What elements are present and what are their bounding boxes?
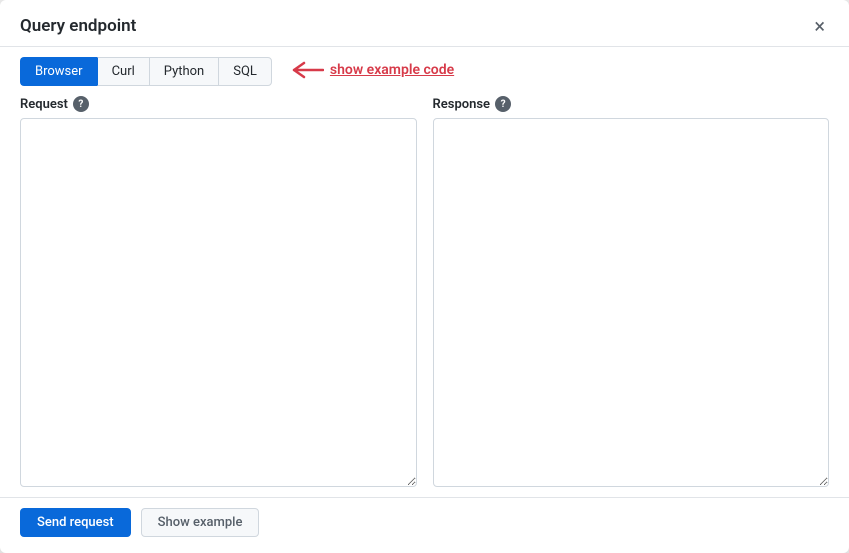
show-example-code-link[interactable]: show example code [330, 62, 454, 78]
tab-sql[interactable]: SQL [218, 57, 272, 86]
left-arrow-icon [286, 59, 324, 81]
panels-row: Request ? Response ? [0, 86, 849, 497]
response-panel: Response ? [433, 96, 830, 487]
request-panel-label: Request ? [20, 96, 417, 112]
request-textarea[interactable] [20, 118, 417, 487]
modal-title: Query endpoint [20, 16, 136, 36]
query-endpoint-modal: Query endpoint × Browser Curl Python SQL [0, 0, 849, 553]
modal-header: Query endpoint × [0, 0, 849, 47]
request-panel: Request ? [20, 96, 417, 487]
response-help-icon[interactable]: ? [495, 96, 511, 112]
response-panel-label: Response ? [433, 96, 830, 112]
close-button[interactable]: × [810, 16, 829, 36]
send-request-button[interactable]: Send request [20, 508, 131, 537]
tabs-row: Browser Curl Python SQL show example cod… [0, 47, 849, 86]
response-textarea[interactable] [433, 118, 830, 487]
request-help-icon[interactable]: ? [73, 96, 89, 112]
tab-python[interactable]: Python [149, 57, 218, 86]
modal-footer: Send request Show example [0, 497, 849, 553]
show-example-button[interactable]: Show example [141, 508, 260, 537]
tab-curl[interactable]: Curl [97, 57, 149, 86]
modal-overlay: Query endpoint × Browser Curl Python SQL [0, 0, 849, 553]
tab-browser[interactable]: Browser [20, 57, 97, 86]
show-example-annotation: show example code [286, 59, 454, 81]
